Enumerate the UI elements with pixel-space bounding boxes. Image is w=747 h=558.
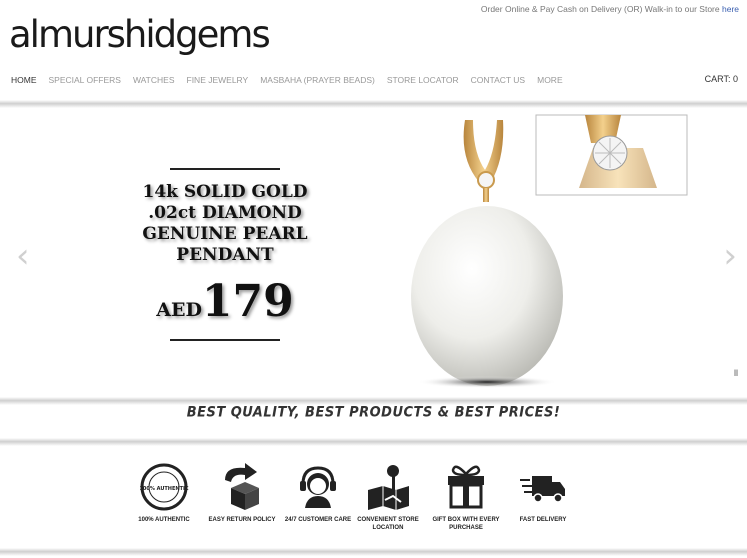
delivery-truck-icon [520,476,565,503]
top-note: Order Online & Pay Cash on Delivery (OR)… [481,4,739,14]
gift-box-icon [448,465,484,509]
price-value: 179 [201,276,294,327]
caption-line: 14k SOLID GOLD [142,182,308,202]
feature-label: 24/7 CUSTOMER CARE [284,517,352,523]
feature-label: 100% AUTHENTIC [138,517,190,523]
feature-label: FAST DELIVERY [519,517,567,523]
slider-prev-arrow[interactable]: ‹ [16,236,30,276]
divider [0,438,747,446]
headset-icon [300,466,336,508]
slide-caption: 14k SOLID GOLD .02ct DIAMOND GENUINE PEA… [140,168,310,341]
authentic-seal-icon: 100% AUTHENTIC [139,463,189,511]
site-logo[interactable]: almurshidgems [9,13,271,56]
caption-line: GENUINE PEARL [142,224,308,244]
feature-label: GIFT BOX WITH EVERY PURCHASE [432,517,500,531]
feature-label: CONVENIENT STORE LOCATION [357,517,419,531]
tagline: BEST QUALITY, BEST PRODUCTS & BEST PRICE… [186,404,561,421]
pearl-pendant-image [411,114,688,388]
feature-customer-care: 24/7 CUSTOMER CARE [278,462,358,524]
slider-next-arrow[interactable]: › [723,236,737,276]
nav-fine-jewelry[interactable]: FINE JEWELRY [187,75,261,85]
nav-home[interactable]: HOME [11,75,49,85]
caption-line: .02ct DIAMOND [148,203,302,223]
divider [0,548,747,556]
nav-watches[interactable]: WATCHES [133,75,187,85]
top-note-link[interactable]: here [722,4,739,14]
cart-link[interactable]: CART: 0 [705,74,738,84]
feature-return: EASY RETURN POLICY [202,462,282,524]
feature-label: EASY RETURN POLICY [208,517,276,523]
feature-gift-box: GIFT BOX WITH EVERY PURCHASE [426,462,506,532]
feature-authentic: 100% AUTHENTIC 100% AUTHENTIC [124,462,204,524]
nav-contact-us[interactable]: CONTACT US [471,75,537,85]
slide-price: AED179 [140,276,310,327]
top-note-text: Order Online & Pay Cash on Delivery (OR)… [480,4,720,14]
return-box-icon [225,463,259,510]
map-pin-icon [368,465,409,510]
nav-special-offers[interactable]: SPECIAL OFFERS [49,75,133,85]
price-currency: AED [156,299,202,321]
hero-slider: 14k SOLID GOLD .02ct DIAMOND GENUINE PEA… [0,108,747,398]
nav-store-locator[interactable]: STORE LOCATOR [387,75,471,85]
feature-store-location: CONVENIENT STORE LOCATION [348,462,428,532]
nav-masbaha[interactable]: MASBAHA (PRAYER BEADS) [260,75,387,85]
nav-more[interactable]: MORE [537,75,575,85]
divider [0,100,747,108]
slider-pause-icon[interactable]: ll [734,368,738,378]
caption-line: PENDANT [176,245,274,265]
seal-text: 100% AUTHENTIC [139,486,188,492]
features-strip: 100% AUTHENTIC 100% AUTHENTIC EASY RETUR… [0,462,747,537]
feature-fast-delivery: FAST DELIVERY [503,462,583,524]
main-nav: HOME SPECIAL OFFERS WATCHES FINE JEWELRY… [11,75,575,85]
caption-rule [170,339,280,341]
caption-rule [170,168,280,170]
